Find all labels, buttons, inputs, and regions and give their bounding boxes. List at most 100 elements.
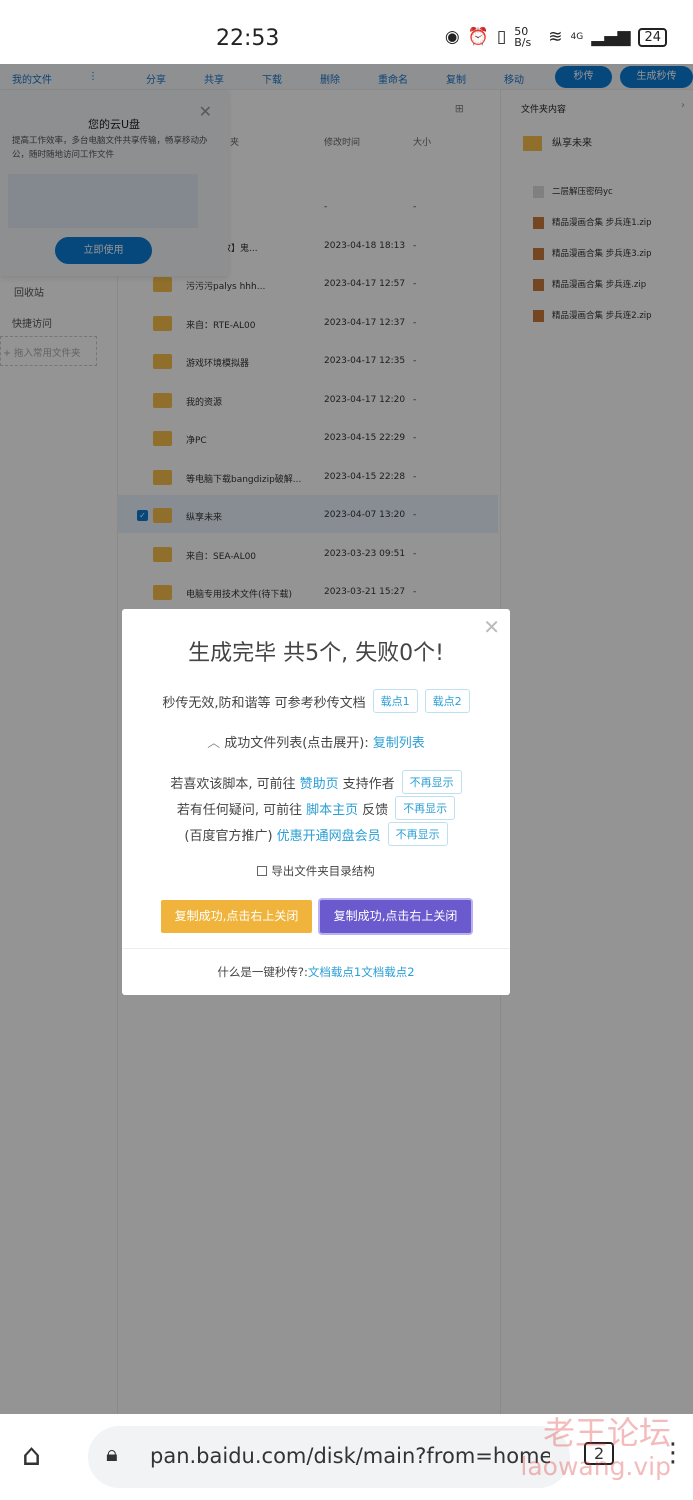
file-row[interactable]: 来自：SEA-AL00 2023-03-23 09:51 - bbox=[118, 534, 498, 572]
doc-link-1[interactable]: 文档载点1 bbox=[308, 965, 361, 979]
doc-link-2[interactable]: 文档载点2 bbox=[361, 965, 414, 979]
file-size: - bbox=[413, 471, 417, 482]
promo-illustration bbox=[8, 174, 198, 228]
col-size[interactable]: 大小 bbox=[413, 135, 431, 148]
file-row[interactable]: 电脑专用技术文件(待下载) 2023-03-21 15:27 - bbox=[118, 572, 498, 610]
dont-show-button[interactable]: 不再显示 bbox=[387, 822, 448, 846]
file-size: - bbox=[413, 202, 417, 212]
file-name[interactable]: 等电脑下载bangdizip破解... bbox=[186, 472, 314, 485]
toolbar: 我的文件 ⋮ 分享 共享 下载 删除 重命名 复制 移动 秒传 生成秒传 bbox=[0, 64, 693, 90]
footer-question: 什么是一键秒传?: bbox=[217, 965, 308, 979]
file-date: 2023-04-15 22:29 bbox=[324, 433, 406, 443]
share-button[interactable]: 分享 bbox=[146, 71, 166, 86]
panel-file[interactable]: 精品漫画合集 步兵连.zip bbox=[533, 278, 646, 291]
panel-file-name: 二层解压密码yc bbox=[552, 187, 613, 197]
col-modified[interactable]: 修改时间 bbox=[324, 135, 360, 148]
zip-file-icon bbox=[533, 216, 544, 229]
url-text[interactable]: pan.baidu.com/disk/main?from=homeF bbox=[150, 1444, 550, 1468]
file-row[interactable]: 来自：RTE-AL00 2023-04-17 12:37 - bbox=[118, 303, 498, 341]
panel-file[interactable]: 二层解压密码yc bbox=[533, 185, 613, 198]
collab-share-button[interactable]: 共享 bbox=[204, 71, 224, 86]
file-size: - bbox=[413, 356, 417, 366]
success-list-toggle[interactable]: 成功文件列表(点击展开): bbox=[224, 732, 369, 751]
file-name[interactable]: 我的资源 bbox=[186, 395, 314, 408]
sidebar-item-quick-access[interactable]: 快捷访问 bbox=[12, 315, 52, 330]
vibrate-icon: ▯ bbox=[496, 27, 507, 47]
move-button[interactable]: 移动 bbox=[504, 71, 524, 86]
dialog-title: 生成完毕 共5个, 失败0个! bbox=[188, 641, 444, 666]
wifi-icon: ≋ bbox=[548, 27, 563, 47]
panel-file[interactable]: 精品漫画合集 步兵连3.zip bbox=[533, 247, 652, 260]
network-type: 4G bbox=[570, 32, 584, 42]
home-icon[interactable]: ⌂ bbox=[22, 1438, 41, 1473]
file-date: 2023-04-17 12:35 bbox=[324, 356, 406, 366]
file-size: - bbox=[413, 394, 417, 405]
copy-list-link[interactable]: 复制列表 bbox=[373, 732, 425, 751]
drag-folder-zone[interactable]: + 拖入常用文件夹 bbox=[0, 336, 97, 366]
script-home-link[interactable]: 脚本主页 bbox=[306, 799, 358, 818]
file-date: 2023-03-23 09:51 bbox=[324, 548, 406, 559]
download-button[interactable]: 下载 bbox=[262, 71, 282, 86]
copy-success-button-2[interactable]: 复制成功,点击右上关闭 bbox=[320, 900, 471, 933]
mirror1-button[interactable]: 载点1 bbox=[372, 689, 418, 713]
zip-file-icon bbox=[533, 247, 544, 260]
file-date: 2023-04-17 12:20 bbox=[324, 394, 406, 405]
file-row[interactable]: 等电脑下载bangdizip破解... 2023-04-15 22:28 - bbox=[118, 457, 498, 495]
file-row[interactable]: ✓ 纵享未来 2023-04-07 13:20 - bbox=[118, 495, 498, 533]
file-size: - bbox=[413, 317, 417, 328]
sponsor-link[interactable]: 赞助页 bbox=[300, 773, 339, 792]
file-name[interactable]: 游戏环境模拟器 bbox=[186, 356, 314, 369]
folder-icon bbox=[153, 354, 172, 369]
file-name[interactable]: 来自：SEA-AL00 bbox=[186, 549, 314, 562]
export-checkbox[interactable] bbox=[257, 866, 268, 876]
file-row[interactable]: 净PC 2023-04-15 22:29 - bbox=[118, 418, 498, 456]
vip-link[interactable]: 优惠开通网盘会员 bbox=[277, 825, 381, 844]
sidebar-item-recycle[interactable]: 回收站 bbox=[14, 284, 44, 299]
grid-view-icon[interactable]: ⊞ bbox=[455, 102, 464, 115]
copy-button[interactable]: 复制 bbox=[446, 71, 466, 86]
zip-file-icon bbox=[533, 309, 544, 322]
sidebar: ✕ 您的云U盘 提高工作效率，多台电脑文件共享传输，畅享移动办公，随时随地访问工… bbox=[0, 90, 228, 1414]
more-icon[interactable]: ⋮ bbox=[88, 71, 98, 82]
file-name[interactable]: 电脑专用技术文件(待下载) bbox=[186, 587, 314, 600]
mirror2-button[interactable]: 载点2 bbox=[424, 689, 470, 713]
my-files-nav[interactable]: 我的文件 bbox=[12, 71, 52, 86]
panel-file[interactable]: 精品漫画合集 步兵连1.zip bbox=[533, 216, 652, 229]
file-icon bbox=[533, 185, 544, 198]
file-row[interactable]: 游戏环境模拟器 2023-04-17 12:35 - bbox=[118, 341, 498, 379]
miaochuan-button[interactable]: 秒传 bbox=[555, 66, 612, 88]
panel-folder-name: 纵享未来 bbox=[552, 138, 592, 149]
rename-button[interactable]: 重命名 bbox=[378, 71, 408, 86]
sponsor-text-end: 支持作者 bbox=[342, 776, 395, 792]
panel-file-name: 精品漫画合集 步兵连1.zip bbox=[552, 218, 652, 228]
file-row[interactable]: 我的资源 2023-04-17 12:20 - bbox=[118, 380, 498, 418]
file-date: - bbox=[324, 202, 328, 212]
eye-icon: ◉ bbox=[444, 27, 460, 47]
alarm-icon: ⏰ bbox=[467, 27, 489, 47]
folder-icon bbox=[153, 315, 172, 331]
generate-miaochuan-button[interactable]: 生成秒传 bbox=[620, 66, 693, 88]
file-name[interactable]: 净PC bbox=[186, 433, 314, 446]
dont-show-button[interactable]: 不再显示 bbox=[401, 770, 462, 794]
dont-show-button[interactable]: 不再显示 bbox=[395, 796, 456, 820]
col-name[interactable]: 夹 bbox=[230, 135, 239, 148]
copy-success-button[interactable]: 复制成功,点击右上关闭 bbox=[161, 900, 312, 933]
export-label: 导出文件夹目录结构 bbox=[271, 864, 375, 878]
checkbox-checked[interactable]: ✓ bbox=[137, 510, 148, 521]
delete-button[interactable]: 删除 bbox=[320, 71, 340, 86]
file-size: - bbox=[413, 548, 417, 559]
chevron-up-icon[interactable]: ︿ bbox=[207, 732, 220, 751]
panel-file[interactable]: 精品漫画合集 步兵连2.zip bbox=[533, 309, 652, 322]
miaochuan-result-dialog: ✕ 生成完毕 共5个, 失败0个! 秒传无效,防和谐等 可参考秒传文档 载点1 载点… bbox=[122, 609, 510, 995]
file-name[interactable]: 来自：RTE-AL00 bbox=[186, 318, 314, 331]
file-name[interactable]: 污污污palys hhh... bbox=[186, 279, 314, 292]
feedback-text: 若有任何疑问, 可前往 bbox=[176, 802, 303, 818]
chevron-right-icon[interactable]: › bbox=[681, 100, 685, 111]
feedback-text-end: 反馈 bbox=[362, 802, 389, 818]
file-date: 2023-03-21 15:27 bbox=[324, 587, 406, 597]
file-size: - bbox=[413, 240, 417, 251]
url-bar[interactable]: 🔒︎ pan.baidu.com/disk/main?from=homeF bbox=[88, 1426, 570, 1488]
file-name[interactable]: 纵享未来 bbox=[186, 510, 314, 523]
file-date: 2023-04-18 18:13 bbox=[324, 240, 406, 251]
use-now-button[interactable]: 立即使用 bbox=[55, 237, 152, 264]
